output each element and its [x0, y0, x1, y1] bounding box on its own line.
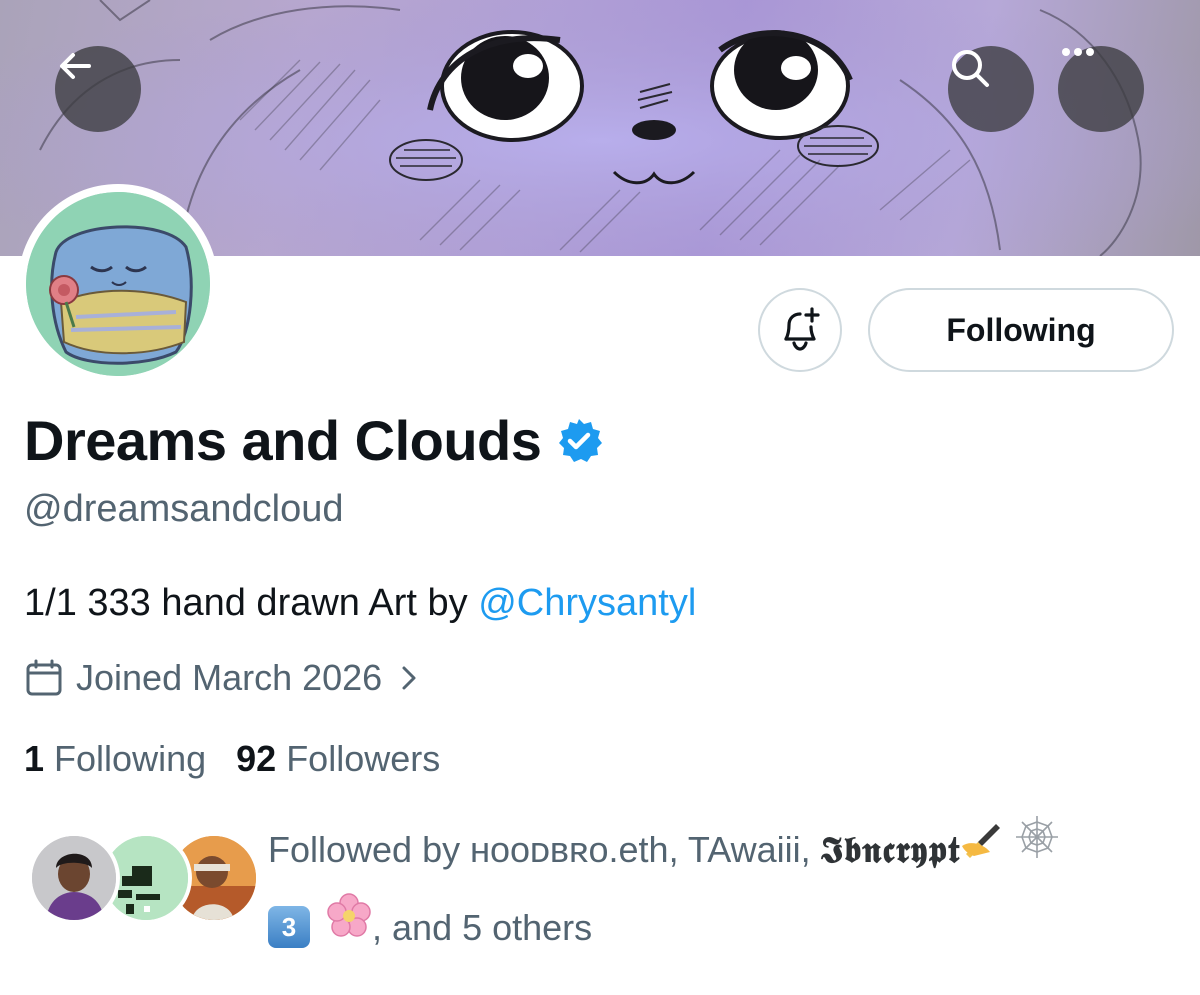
- followers-count-link[interactable]: 92 Followers: [236, 738, 440, 780]
- display-name-row: Dreams and Clouds: [24, 408, 603, 473]
- bio-mention-link[interactable]: @Chrysantyl: [478, 582, 696, 624]
- followed-by-styled-name: 𝕴𝖇𝖓𝖈𝖗𝖞𝖕𝖙: [820, 829, 961, 871]
- cherry-blossom-icon: [326, 889, 372, 965]
- followed-by-text[interactable]: Followed by ʜᴏᴏᴅʙʀᴏ.eth, TAwaiii, 𝕴𝖇𝖓𝖈𝖗𝖞…: [268, 812, 1168, 969]
- verified-badge-icon[interactable]: [555, 417, 603, 465]
- more-options-button[interactable]: [1058, 46, 1144, 132]
- followed-by-avatars[interactable]: [28, 832, 260, 924]
- writing-hand-icon: [960, 808, 1004, 884]
- profile-avatar[interactable]: [18, 184, 218, 384]
- chevron-right-icon: [400, 663, 418, 693]
- followers-count: 92: [236, 738, 277, 779]
- bell-plus-icon: [784, 307, 820, 351]
- search-icon: [952, 50, 989, 87]
- back-button[interactable]: [55, 46, 141, 132]
- spider-web-icon: [1014, 810, 1060, 886]
- followers-label: Followers: [286, 738, 441, 779]
- search-button[interactable]: [948, 46, 1034, 132]
- followed-by-suffix: , and 5 others: [372, 907, 593, 949]
- followed-by-names: ʜᴏᴏᴅʙʀᴏ.eth, TAwaiii,: [470, 829, 821, 870]
- display-name: Dreams and Clouds: [24, 409, 542, 472]
- bio-text: 1/1 333 hand drawn Art by: [24, 582, 479, 624]
- follow-stats: 1 Following 92 Followers: [24, 738, 470, 780]
- notifications-button[interactable]: [758, 288, 842, 372]
- avatar-image: [26, 192, 210, 376]
- joined-text: Joined March 2026: [76, 657, 383, 698]
- follower-avatar-1: [28, 832, 120, 924]
- followed-by-prefix: Followed by: [268, 829, 471, 870]
- joined-date[interactable]: Joined March 2026: [24, 656, 418, 700]
- following-label: Following: [54, 738, 207, 779]
- user-handle: @dreamsandcloud: [24, 488, 344, 530]
- profile-bio: 1/1 333 hand drawn Art by @Chrysantyl: [24, 582, 696, 625]
- keycap-3-emoji: 3: [268, 905, 310, 948]
- following-count: 1: [24, 738, 45, 779]
- more-horizontal-icon: [1062, 48, 1094, 56]
- following-count-link[interactable]: 1 Following: [24, 738, 206, 780]
- calendar-icon: [24, 658, 64, 698]
- arrow-left-icon: [60, 53, 91, 79]
- following-button[interactable]: Following: [868, 288, 1174, 372]
